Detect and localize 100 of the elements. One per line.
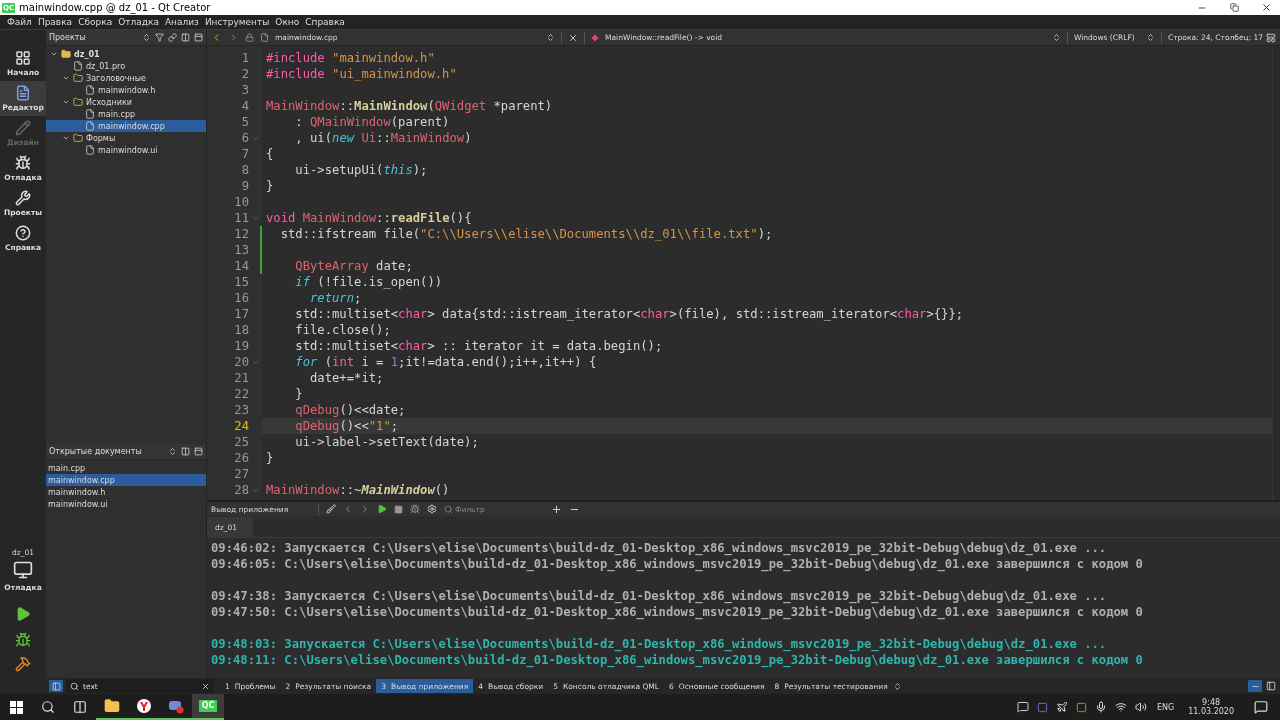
updown-icon[interactable] [892,681,902,691]
sidebar-toggle-button[interactable] [49,680,63,692]
file-icon [85,145,95,155]
gpu-tray-icon[interactable] [1075,701,1087,713]
close-pane-icon[interactable] [194,447,203,456]
plane-icon[interactable] [1055,701,1068,713]
close-pane-icon[interactable] [194,33,203,42]
line-number: 8 [240,162,250,178]
line-number: 7 [240,146,250,162]
updown-icon[interactable] [546,33,555,42]
task-view-icon[interactable] [73,700,87,714]
tree-item[interactable]: mainwindow.cpp [46,120,206,132]
language-indicator[interactable]: ENG [1156,702,1175,712]
tree-item[interactable]: mainwindow.h [46,84,206,96]
clear-icon[interactable] [326,504,336,514]
app-tray-icon[interactable] [1036,701,1048,713]
close-icon[interactable] [1260,2,1272,13]
line-number: 14 [207,258,262,274]
split-icon[interactable] [181,447,190,456]
line-number: 22 [233,386,250,402]
close-icon[interactable] [568,32,578,43]
tree-item[interactable]: dz_01.pro [46,60,206,72]
output-line: 09:48:03: Запускается C:\Users\elise\Documents\build-dz_01-Desktop_x86_windows_msvc2019_pe_32bit-Debug\debug\dz_01.exe ... [211,637,1108,653]
folder-icon[interactable] [104,698,120,714]
menu-item[interactable]: Сборка [75,17,116,27]
line-number: 18 [233,322,250,338]
code-line: : QMainWindow(parent) [294,114,451,130]
tree-item[interactable]: Заголовочные [46,72,206,84]
split-icon[interactable] [181,33,190,42]
file-icon [85,85,95,95]
tree-item[interactable]: Формы [46,132,206,144]
menu-item[interactable]: Окно [272,17,303,27]
zoom-in-icon[interactable] [551,503,562,515]
previous-icon[interactable] [343,504,353,514]
run-icon[interactable] [15,606,31,622]
filter-icon[interactable] [155,33,164,42]
updown-icon[interactable] [1052,33,1061,42]
line-number: 28 [207,482,262,498]
debug-run-icon[interactable] [15,632,31,648]
clock[interactable]: 9:48 11.03.2020 [1180,698,1242,716]
tree-item[interactable]: Исходники [46,96,206,108]
clear-icon[interactable] [201,681,210,691]
menu-item[interactable]: Анализ [161,17,202,27]
sidebar-icon [51,681,61,691]
menu-item[interactable]: Правка [34,17,76,27]
line-number: 25 [233,434,250,450]
menu-item[interactable]: Файл [4,17,35,27]
output-toggle-button[interactable] [1248,680,1262,692]
chat-icon[interactable] [1016,701,1029,713]
updown-icon[interactable] [168,447,177,456]
wrench-icon [15,190,31,206]
microphone-icon[interactable] [1094,701,1107,713]
document-item[interactable]: mainwindow.ui [46,498,206,510]
line-number: 10 [233,194,250,210]
document-item[interactable]: main.cpp [46,462,206,474]
code-line: return; [309,290,363,306]
output-line: 09:47:50: C:\Users\elise\Documents\build-dz_01-Desktop_x86_windows_msvc2019_pe_32bit-Debug\debug\dz_01.exe завершился с кодом 0 [211,605,1144,621]
document-item[interactable]: mainwindow.cpp [46,474,206,486]
link-icon[interactable] [168,33,177,42]
code-line: std::multiset<char> data{std::istream_iterator<char>(file), std::istream_iterator<char>{}}; [294,306,965,322]
line-number: 12 [207,226,262,242]
search-icon [444,504,453,514]
stop-icon[interactable] [394,504,403,514]
line-number: 17 [233,306,250,322]
code-line: } [265,450,275,466]
next-icon[interactable] [360,504,370,514]
settings-icon[interactable] [427,504,437,514]
notifications-icon[interactable] [1254,700,1268,714]
window-title: mainwindow.cpp @ dz_01 - Qt Creator [19,2,212,13]
split-icon[interactable] [1266,32,1276,43]
chat-icon[interactable] [168,698,184,714]
menu-item[interactable]: Инструменты [201,17,273,27]
code-line: #include "mainwindow.h" [265,50,436,66]
line-number: 11 [207,210,262,226]
updown-icon[interactable] [1146,33,1155,42]
menu-item[interactable]: Справка [302,17,348,27]
tree-item[interactable]: main.cpp [46,108,206,120]
code-line: qDebug()<<date; [294,402,407,418]
attach-icon[interactable] [410,504,420,514]
volume-icon[interactable] [1134,701,1147,713]
monitor-icon[interactable] [13,560,33,580]
document-item[interactable]: mainwindow.h [46,486,206,498]
code-line: ui->label->setText(date); [294,434,480,450]
bug-icon [15,155,31,171]
code-line: if (!file.is_open()) [294,274,444,290]
run-icon[interactable] [377,504,387,514]
network-icon[interactable] [1114,701,1127,713]
menu-item[interactable]: Отладка [115,17,162,27]
restore-icon[interactable] [1229,3,1239,12]
file-icon [85,109,95,119]
browser-icon[interactable] [136,698,152,714]
code-line: MainWindow::MainWindow(QWidget *parent) [265,98,554,114]
tree-item[interactable]: dz_01 [46,48,206,60]
build-icon[interactable] [15,656,31,672]
panel-icon[interactable] [1266,681,1276,691]
code-line: } [294,386,304,402]
search-icon[interactable] [41,700,55,714]
updown-icon[interactable] [142,33,151,42]
code-line: std::ifstream file("C:\\Users\\elise\\Documents\\dz_01\\file.txt"); [279,226,774,242]
tree-item[interactable]: mainwindow.ui [46,144,206,156]
